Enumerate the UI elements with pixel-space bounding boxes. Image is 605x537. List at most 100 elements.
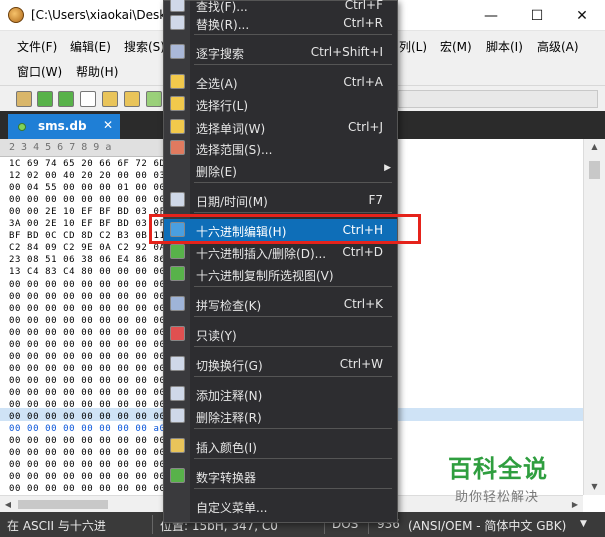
app-icon [8, 7, 24, 23]
open-folder-icon[interactable] [102, 91, 118, 107]
hex-row[interactable]: 00 00 00 00 00 00 00 00 00 [9, 291, 165, 303]
toolbar-edit-icon[interactable] [16, 91, 32, 107]
status-encoding[interactable]: (ANSI/OEM - 简体中文 GBK) [408, 517, 566, 534]
hex-row[interactable]: C2 84 09 C2 9E 0A C2 92 0A [9, 242, 165, 254]
vertical-scrollbar[interactable]: ▲ ▼ [583, 139, 605, 495]
close-button[interactable]: ✕ [559, 0, 605, 31]
menu-item-label: 替换(R)... [196, 18, 250, 32]
menu-item[interactable]: 删除注释(R) [164, 405, 397, 427]
select-range-icon [170, 140, 185, 155]
hex-row[interactable]: 00 04 55 00 00 00 01 00 00 [9, 182, 165, 194]
toolbar-combo[interactable] [398, 90, 598, 108]
menu-item[interactable]: 插入颜色(I) [164, 435, 397, 457]
menu-item-label: 插入颜色(I) [196, 441, 257, 455]
replace-icon [170, 15, 185, 30]
menu-advanced[interactable]: 高级(A) [537, 38, 579, 55]
hex-row[interactable]: 00 00 00 00 00 00 00 00 00 [9, 411, 165, 423]
hex-row[interactable]: 00 00 00 00 00 00 00 00 a0 [9, 423, 165, 435]
menu-separator [194, 458, 392, 459]
hex-row[interactable]: 00 00 00 00 00 00 00 00 00 [9, 303, 165, 315]
scroll-down-icon[interactable]: ▼ [584, 479, 605, 495]
save-icon[interactable] [146, 91, 162, 107]
hex-row[interactable]: 00 00 00 00 00 00 00 00 00 [9, 435, 165, 447]
menu-item[interactable]: 全选(A) Ctrl+A [164, 71, 397, 93]
menu-item[interactable]: 切换换行(G) Ctrl+W [164, 353, 397, 375]
hex-row[interactable]: 00 00 00 00 00 00 00 00 00 [9, 375, 165, 387]
status-mode: 在 ASCII 与十六进 [7, 519, 106, 533]
hex-row[interactable]: 00 00 00 00 00 00 00 00 00 [9, 315, 165, 327]
number-converter-icon [170, 468, 185, 483]
select-all-icon [170, 74, 185, 89]
menu-item[interactable]: 只读(Y) [164, 323, 397, 345]
menu-column[interactable]: 列(L) [399, 38, 427, 55]
menu-item[interactable]: 选择单词(W) Ctrl+J [164, 116, 397, 138]
menu-item[interactable]: 删除(E) ▶ [164, 159, 397, 181]
minimize-button[interactable]: — [468, 0, 514, 31]
forward-icon[interactable] [58, 91, 74, 107]
hex-row[interactable]: 00 00 2E 10 EF BF BD 03 0F [9, 206, 165, 218]
hex-row[interactable]: 00 00 00 00 00 00 00 00 00 [9, 339, 165, 351]
hex-row[interactable]: 00 00 00 00 00 00 00 00 00 [9, 459, 165, 471]
date-time-icon [170, 192, 185, 207]
menu-item[interactable]: 数字转换器 [164, 465, 397, 487]
read-only-icon [170, 326, 185, 341]
tab-sms-db[interactable]: sms.db ✕ [8, 114, 120, 139]
hex-row[interactable]: 00 00 00 00 00 00 00 00 00 [9, 279, 165, 291]
hex-row[interactable]: 12 02 00 40 20 20 00 00 03 [9, 170, 165, 182]
menu-script[interactable]: 脚本(I) [486, 38, 523, 55]
hex-row[interactable]: 23 08 51 06 38 06 E4 86 86 [9, 254, 165, 266]
menu-help[interactable]: 帮助(H) [76, 63, 118, 80]
hex-row[interactable]: 00 00 00 00 00 00 00 00 00 [9, 447, 165, 459]
menu-item[interactable]: 十六进制复制所选视图(V) [164, 263, 397, 285]
menu-item[interactable]: 自定义菜单... [164, 495, 397, 517]
menu-item-shortcut: Ctrl+Shift+I [310, 45, 383, 59]
menu-item[interactable]: 替换(R)... Ctrl+R [164, 12, 397, 34]
hex-row[interactable]: 1C 69 74 65 20 66 6F 72 6D [9, 158, 165, 170]
scroll-left-icon[interactable]: ◀ [0, 496, 16, 513]
menu-window[interactable]: 窗口(W) [17, 63, 62, 80]
vertical-scroll-thumb[interactable] [589, 161, 600, 179]
hex-row[interactable]: 00 00 00 00 00 00 00 00 00 [9, 194, 165, 206]
folder-icon[interactable] [124, 91, 140, 107]
scroll-up-icon[interactable]: ▲ [584, 139, 605, 155]
status-dropdown-icon[interactable]: ▼ [580, 519, 587, 529]
insert-color-icon [170, 438, 185, 453]
horizontal-scroll-thumb[interactable] [18, 500, 108, 509]
hex-row[interactable]: 13 C4 83 C4 80 00 00 00 00 [9, 266, 165, 278]
highlight-annotation [149, 214, 421, 244]
hex-row[interactable]: 00 00 00 00 00 00 00 00 00 [9, 351, 165, 363]
maximize-button[interactable]: ☐ [514, 0, 560, 31]
menu-item-label: 数字转换器 [196, 471, 257, 485]
menu-item-label: 日期/时间(M) [196, 195, 268, 209]
hex-row[interactable]: 3A 00 2E 10 EF BF BD 03 0F [9, 218, 165, 230]
hex-row[interactable]: 00 00 00 00 00 00 00 00 00 [9, 399, 165, 411]
menu-file[interactable]: 文件(F) [17, 38, 57, 55]
menu-item[interactable]: 十六进制插入/删除(D)... Ctrl+D [164, 241, 397, 263]
scroll-right-icon[interactable]: ▶ [567, 496, 583, 513]
hex-row[interactable]: 00 00 00 00 00 00 00 00 00 [9, 327, 165, 339]
new-file-icon[interactable] [80, 91, 96, 107]
menu-edit[interactable]: 编辑(E) [70, 38, 111, 55]
menu-item[interactable]: 选择行(L) [164, 93, 397, 115]
menu-macro[interactable]: 宏(M) [440, 38, 472, 55]
incremental-search-icon [170, 44, 185, 59]
hex-row[interactable]: BF BD 0C CD 8D C2 B3 0B 11 [9, 230, 165, 242]
hex-row[interactable]: 00 00 00 00 00 00 00 00 00 [9, 387, 165, 399]
hex-row[interactable]: 00 00 00 00 00 00 00 00 00 [9, 483, 165, 495]
hex-row[interactable]: 00 00 00 00 00 00 00 00 00 [9, 471, 165, 483]
menu-item[interactable]: 选择范围(S)... [164, 137, 397, 159]
menu-separator [194, 34, 392, 35]
menu-item[interactable]: 逐字搜索 Ctrl+Shift+I [164, 41, 397, 63]
tab-close-icon[interactable]: ✕ [103, 118, 113, 132]
back-icon[interactable] [37, 91, 53, 107]
hex-row[interactable]: 00 00 00 00 00 00 00 00 00 [9, 363, 165, 375]
add-comment-icon [170, 386, 185, 401]
menu-item[interactable]: 日期/时间(M) F7 [164, 189, 397, 211]
menu-item[interactable]: 添加注释(N) [164, 383, 397, 405]
hex-insert-delete-icon [170, 244, 185, 259]
menu-item[interactable]: 拼写检查(K) Ctrl+K [164, 293, 397, 315]
status-divider [152, 515, 153, 534]
menu-search[interactable]: 搜索(S) [124, 38, 165, 55]
spell-check-icon [170, 296, 185, 311]
menu-item-label: 选择单词(W) [196, 122, 266, 136]
